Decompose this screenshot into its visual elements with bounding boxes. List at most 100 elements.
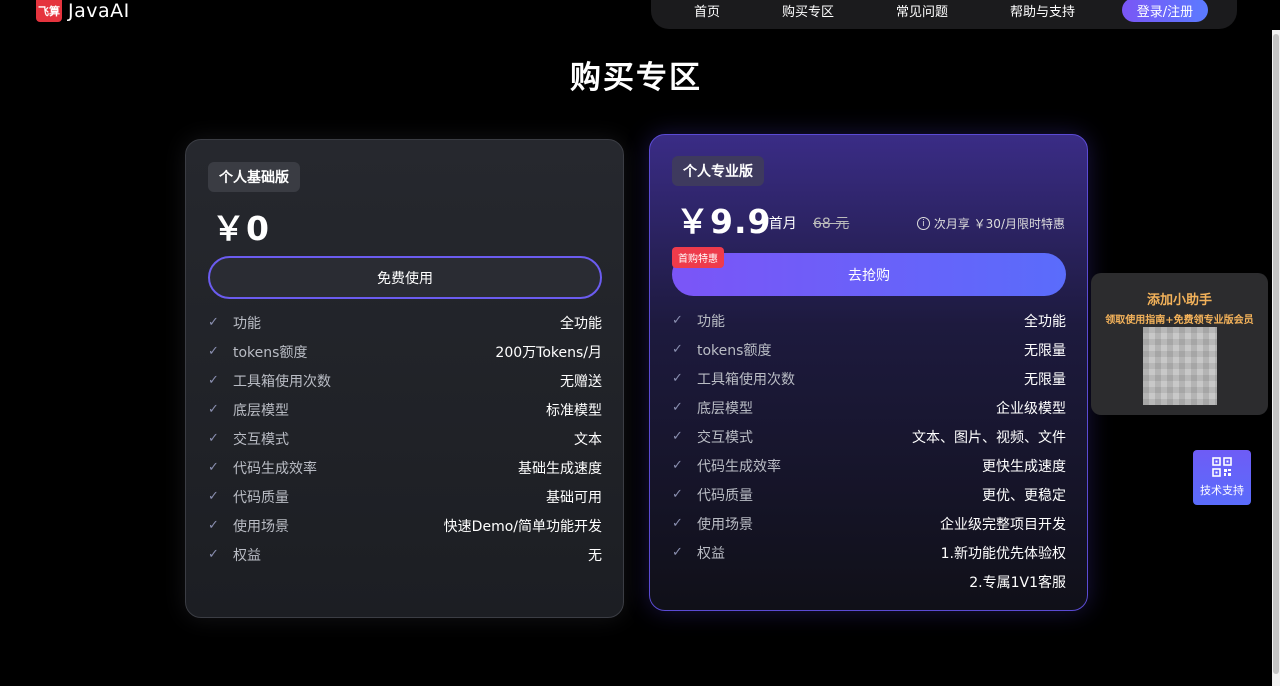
assistant-title: 添加小助手 bbox=[1146, 293, 1212, 308]
feature-value: 1.新功能优先体验权 bbox=[940, 545, 1066, 562]
top-nav: 首页 购买专区 常见问题 帮助与支持 登录/注册 bbox=[651, 0, 1237, 29]
buy-now-button[interactable]: 去抢购 bbox=[672, 253, 1066, 296]
feature-label: 代码质量 bbox=[233, 489, 289, 506]
scrollbar-thumb[interactable] bbox=[1273, 34, 1279, 674]
check-icon: ✓ bbox=[672, 341, 683, 357]
feature-label: 使用场景 bbox=[233, 518, 289, 535]
feature-label: tokens额度 bbox=[697, 342, 772, 359]
feature-row: ✓ 交互模式 文本 bbox=[208, 424, 602, 453]
feature-label: 功能 bbox=[233, 315, 261, 332]
price-note: i 次月享 ￥30/月限时特惠 bbox=[916, 215, 1065, 232]
feature-label: tokens额度 bbox=[233, 344, 308, 361]
feature-row: ✓ 底层模型 标准模型 bbox=[208, 395, 602, 424]
feature-value: 无赠送 bbox=[560, 373, 602, 390]
feature-value: 文本、图片、视频、文件 bbox=[912, 429, 1066, 446]
plan-card-pro: 个人专业版 ￥9.9 /首月 68 元 i 次月享 ￥30/月限时特惠 首购特惠… bbox=[649, 134, 1088, 611]
check-icon: ✓ bbox=[672, 515, 683, 531]
feature-label: 功能 bbox=[697, 313, 725, 330]
plan-price: ￥0 bbox=[212, 209, 270, 248]
feature-row: ✓ 代码质量 基础可用 bbox=[208, 482, 602, 511]
check-icon: ✓ bbox=[208, 430, 219, 446]
check-icon: ✓ bbox=[208, 343, 219, 359]
feature-label: 代码生成效率 bbox=[697, 458, 781, 475]
feature-value: 200万Tokens/月 bbox=[495, 344, 602, 361]
feature-value: 文本 bbox=[574, 431, 602, 448]
feature-label: 代码质量 bbox=[697, 487, 753, 504]
feature-list: ✓ 功能 全功能 ✓ tokens额度 200万Tokens/月 ✓ 工具箱使用次数 无赠送 ✓ 底… bbox=[208, 308, 602, 569]
qr-code-image bbox=[1143, 327, 1217, 405]
feature-row: ✓ tokens额度 200万Tokens/月 bbox=[208, 337, 602, 366]
plan-price: ￥9.9 bbox=[676, 202, 772, 241]
check-icon: ✓ bbox=[208, 459, 219, 475]
feature-value: 无限量 bbox=[1024, 371, 1066, 388]
feature-row: ✓ 代码生成效率 基础生成速度 bbox=[208, 453, 602, 482]
feature-extra: 2.专属1V1客服 bbox=[969, 574, 1066, 591]
feature-label: 权益 bbox=[697, 545, 725, 562]
check-icon: ✓ bbox=[672, 544, 683, 560]
feature-value: 全功能 bbox=[560, 315, 602, 332]
feature-row: ✓ 权益 无 bbox=[208, 540, 602, 569]
check-icon: ✓ bbox=[672, 370, 683, 386]
feature-row: ✓ 使用场景 企业级完整项目开发 bbox=[672, 509, 1066, 538]
feature-row: ✓ 功能 全功能 bbox=[672, 306, 1066, 335]
check-icon: ✓ bbox=[672, 428, 683, 444]
feature-row: ✓ 代码质量 更优、更稳定 bbox=[672, 480, 1066, 509]
login-button[interactable]: 登录/注册 bbox=[1122, 0, 1208, 22]
feature-value: 更快生成速度 bbox=[982, 458, 1066, 475]
check-icon: ✓ bbox=[208, 546, 219, 562]
check-icon: ✓ bbox=[208, 517, 219, 533]
qr-scan-icon bbox=[1212, 457, 1232, 477]
feature-row: ✓ 使用场景 快速Demo/简单功能开发 bbox=[208, 511, 602, 540]
check-icon: ✓ bbox=[672, 312, 683, 328]
nav-item-help[interactable]: 帮助与支持 bbox=[1010, 1, 1075, 20]
tech-support-button[interactable]: 技术支持 bbox=[1193, 450, 1251, 505]
check-icon: ✓ bbox=[672, 486, 683, 502]
nav-item-home[interactable]: 首页 bbox=[694, 1, 720, 20]
feature-row: ✓ 权益 1.新功能优先体验权 bbox=[672, 538, 1066, 567]
page-title: 购买专区 bbox=[570, 60, 702, 96]
price-note-text: 次月享 ￥30/月限时特惠 bbox=[933, 217, 1065, 231]
plan-tag: 个人基础版 bbox=[208, 162, 300, 192]
feature-label: 工具箱使用次数 bbox=[697, 371, 795, 388]
feature-value: 基础生成速度 bbox=[518, 460, 602, 477]
price-original: 68 元 bbox=[813, 216, 850, 232]
feature-value: 快速Demo/简单功能开发 bbox=[443, 518, 602, 535]
feature-label: 使用场景 bbox=[697, 516, 753, 533]
plan-card-basic: 个人基础版 ￥0 免费使用 ✓ 功能 全功能 ✓ tokens额度 200万Tokens/… bbox=[185, 139, 624, 618]
feature-label: 工具箱使用次数 bbox=[233, 373, 331, 390]
feature-value: 标准模型 bbox=[546, 402, 602, 419]
check-icon: ✓ bbox=[208, 401, 219, 417]
feature-value: 企业级模型 bbox=[996, 400, 1066, 417]
free-use-button[interactable]: 免费使用 bbox=[208, 256, 602, 299]
price-unit: /首月 bbox=[764, 216, 797, 232]
nav-item-purchase[interactable]: 购买专区 bbox=[782, 1, 834, 20]
assistant-widget[interactable]: 添加小助手 领取使用指南+免费领专业版会员 bbox=[1091, 273, 1268, 415]
logo-badge: 飞算 bbox=[36, 0, 62, 22]
feature-row: ✓ 工具箱使用次数 无限量 bbox=[672, 364, 1066, 393]
feature-row: ✓ 工具箱使用次数 无赠送 bbox=[208, 366, 602, 395]
feature-label: 底层模型 bbox=[233, 402, 289, 419]
check-icon: ✓ bbox=[208, 372, 219, 388]
tech-support-label: 技术支持 bbox=[1200, 484, 1244, 497]
nav-item-faq[interactable]: 常见问题 bbox=[896, 1, 948, 20]
feature-value: 基础可用 bbox=[546, 489, 602, 506]
feature-row: ✓ 代码生成效率 更快生成速度 bbox=[672, 451, 1066, 480]
check-icon: ✓ bbox=[672, 399, 683, 415]
feature-value: 企业级完整项目开发 bbox=[940, 516, 1066, 533]
feature-value: 无 bbox=[588, 547, 602, 564]
feature-row: ✓ 功能 全功能 bbox=[208, 308, 602, 337]
assistant-subtitle: 领取使用指南+免费领专业版会员 bbox=[1105, 315, 1254, 326]
feature-value: 无限量 bbox=[1024, 342, 1066, 359]
feature-label: 交互模式 bbox=[697, 429, 753, 446]
check-icon: ✓ bbox=[208, 488, 219, 504]
first-purchase-badge: 首购特惠 bbox=[672, 247, 724, 268]
feature-row: ✓ 交互模式 文本、图片、视频、文件 bbox=[672, 422, 1066, 451]
logo-text: JavaAI bbox=[68, 0, 130, 22]
feature-label: 代码生成效率 bbox=[233, 460, 317, 477]
feature-row: ✓ 底层模型 企业级模型 bbox=[672, 393, 1066, 422]
feature-label: 底层模型 bbox=[697, 400, 753, 417]
logo[interactable]: 飞算 JavaAI bbox=[36, 0, 130, 22]
plan-tag: 个人专业版 bbox=[672, 156, 764, 186]
info-icon: i bbox=[916, 217, 930, 230]
check-icon: ✓ bbox=[208, 314, 219, 330]
